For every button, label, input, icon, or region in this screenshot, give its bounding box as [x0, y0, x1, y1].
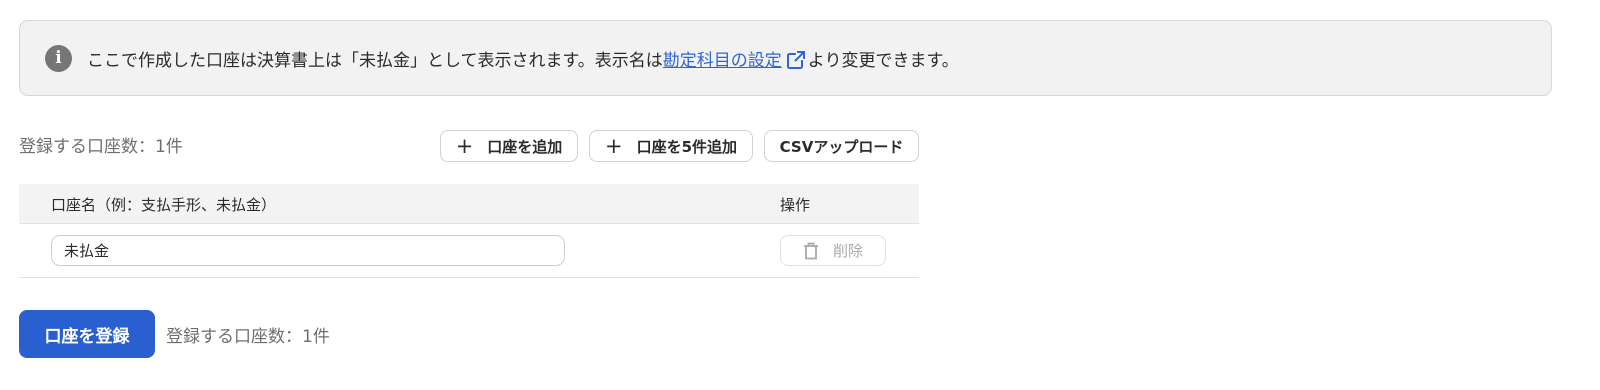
- account-name-input[interactable]: [51, 235, 565, 266]
- add-five-accounts-button[interactable]: + 口座を5件追加: [589, 130, 753, 162]
- account-count-bottom: 登録する口座数：1件: [166, 327, 330, 347]
- notice-text-before: ここで作成した口座は決算書上は「未払金」として表示されます。表示名は: [87, 50, 663, 71]
- info-notice: i ここで作成した口座は決算書上は「未払金」として表示されます。表示名は勘定科目…: [19, 20, 1552, 96]
- external-link-icon[interactable]: [786, 49, 806, 70]
- plus-icon: +: [604, 133, 623, 158]
- column-header-name: 口座名（例：支払手形、未払金）: [51, 196, 277, 214]
- add-account-label: 口座を追加: [487, 137, 563, 156]
- notice-text-after: より変更できます。: [807, 50, 959, 71]
- trash-icon: [803, 242, 818, 259]
- register-accounts-button[interactable]: 口座を登録: [19, 310, 155, 358]
- account-count-top: 登録する口座数：1件: [19, 137, 183, 157]
- table-header: 口座名（例：支払手形、未払金） 操作: [19, 184, 919, 224]
- notice-text: ここで作成した口座は決算書上は「未払金」として表示されます。表示名は勘定科目の設…: [87, 46, 959, 71]
- csv-upload-label: CSVアップロード: [779, 137, 904, 156]
- info-icon: i: [45, 44, 72, 72]
- plus-icon: +: [455, 133, 474, 158]
- account-settings-link[interactable]: 勘定科目の設定: [663, 51, 782, 71]
- table-row: 削除: [19, 224, 919, 278]
- column-header-operation: 操作: [780, 196, 811, 214]
- delete-button[interactable]: 削除: [780, 235, 886, 266]
- add-account-button[interactable]: + 口座を追加: [440, 130, 578, 162]
- delete-label: 削除: [832, 242, 863, 260]
- add-five-accounts-label: 口座を5件追加: [636, 137, 738, 156]
- csv-upload-button[interactable]: CSVアップロード: [764, 130, 919, 162]
